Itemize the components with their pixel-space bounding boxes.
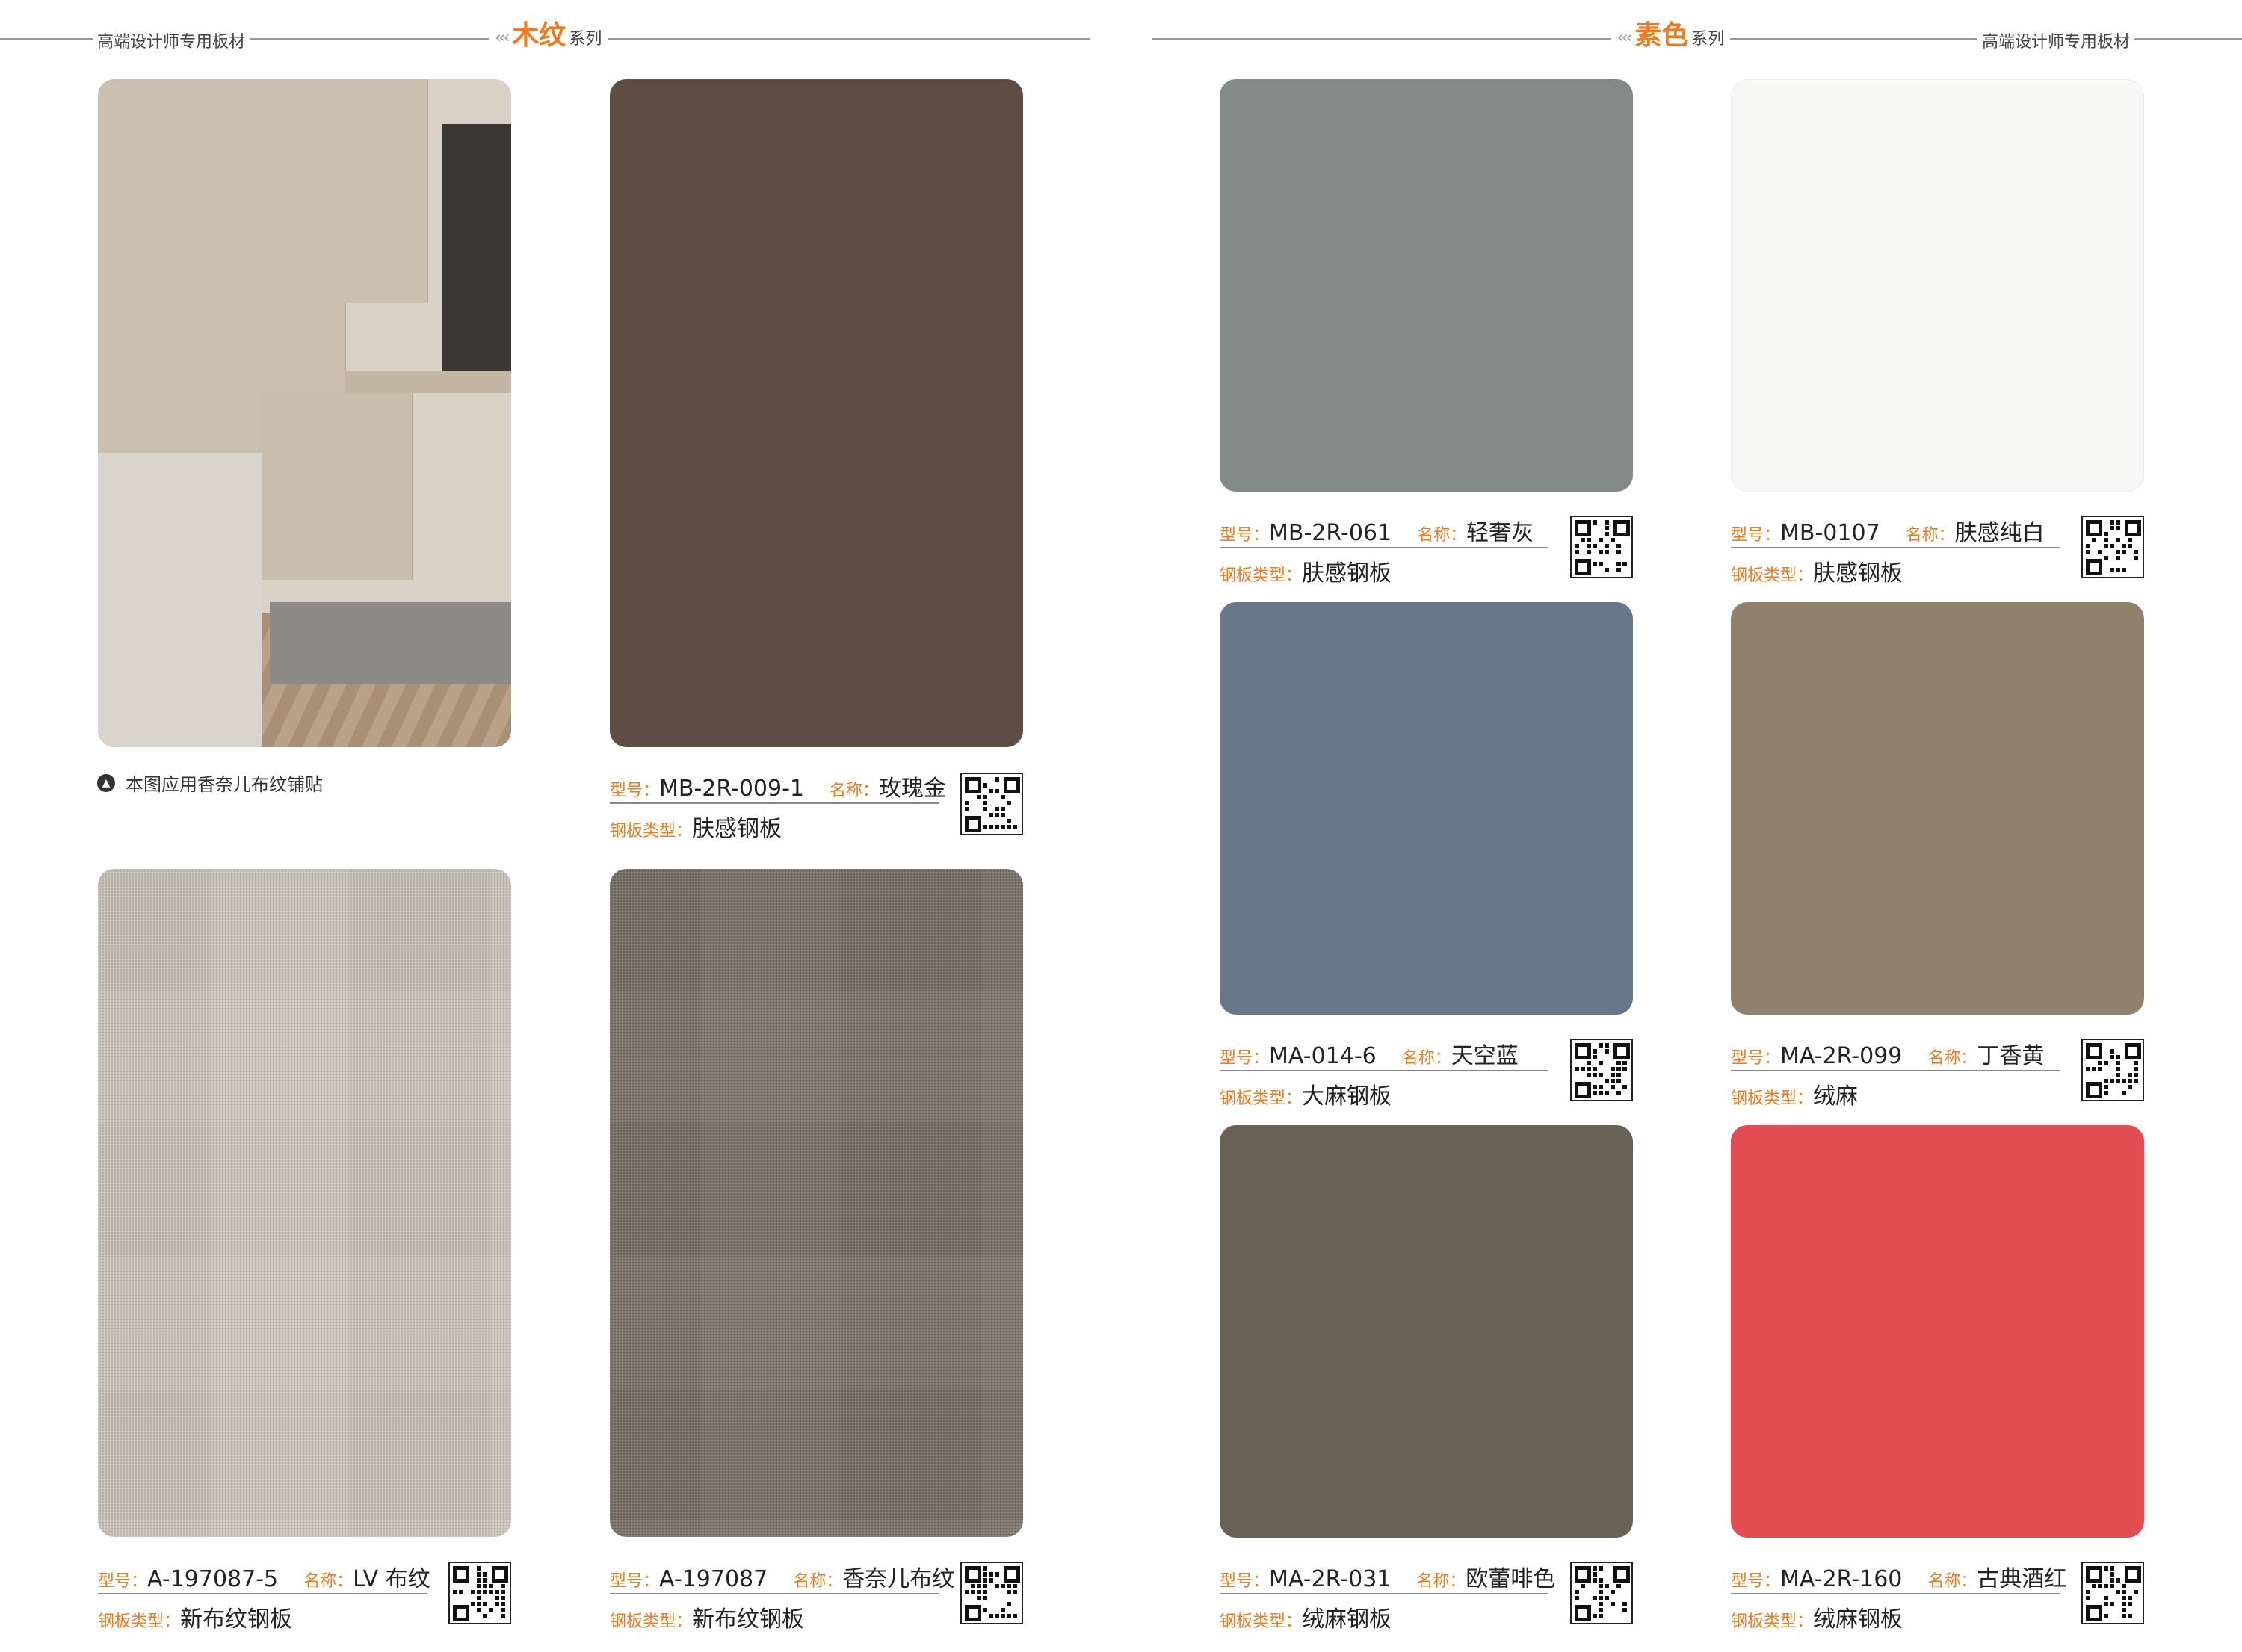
qr-code [1570, 516, 1633, 578]
qr-code [960, 1562, 1023, 1624]
type-key: 钢板类型： [1731, 1612, 1814, 1631]
qr-code [960, 773, 1023, 835]
model-key: 型号： [1220, 1572, 1270, 1591]
chevrons-icon: ‹‹‹ [1617, 28, 1632, 47]
caption-text: 本图应用香奈儿布纹铺贴 [126, 774, 323, 795]
model-key: 型号： [98, 1572, 148, 1591]
name-key: 名称： [1417, 526, 1467, 545]
name-key: 名称： [793, 1572, 843, 1591]
display-shelf [442, 124, 511, 371]
chevrons-icon: ‹‹‹ [495, 28, 510, 47]
name-value: 玫瑰金 [879, 776, 947, 802]
type-value: 大麻钢板 [1302, 1083, 1392, 1110]
model-key: 型号： [1220, 526, 1270, 545]
type-value: 绒麻钢板 [1302, 1606, 1392, 1633]
name-value: 古典酒红 [1977, 1566, 2067, 1592]
swatch-ma-2r-160 [1731, 1125, 2144, 1538]
series-suffix: 系列 [569, 30, 602, 49]
model-value: MA-2R-160 [1780, 1566, 1903, 1592]
type-key: 钢板类型： [1731, 1089, 1814, 1108]
desk [345, 371, 511, 393]
model-value: MA-2R-099 [1780, 1043, 1903, 1069]
series-title-right: ‹‹‹ 素色 系列 [1611, 20, 1731, 51]
type-value: 肤感钢板 [1302, 560, 1392, 587]
wardrobe-panel [345, 79, 428, 303]
name-key: 名称： [303, 1572, 353, 1591]
model-value: A-197087 [659, 1566, 768, 1592]
qr-code [1570, 1562, 1633, 1624]
model-key: 型号： [1731, 1049, 1781, 1068]
series-title-left: ‹‹‹ 木纹 系列 [489, 21, 608, 51]
model-value: MA-2R-031 [1269, 1566, 1392, 1592]
type-value: 新布纹钢板 [692, 1606, 805, 1633]
type-key: 钢板类型： [1220, 1089, 1303, 1108]
series-suffix: 系列 [1691, 30, 1725, 49]
model-key: 型号： [610, 782, 660, 800]
type-key: 钢板类型： [610, 822, 693, 841]
model-value: A-197087-5 [147, 1566, 279, 1592]
name-value: 欧蕾啡色 [1466, 1566, 1556, 1592]
swatch-ma-2r-099 [1731, 602, 2144, 1015]
room-scene-image [98, 79, 511, 747]
name-value: 丁香黄 [1977, 1043, 2045, 1069]
model-key: 型号： [1220, 1049, 1270, 1068]
brand-right: 高端设计师专用板材 [1977, 28, 2135, 52]
name-value: 肤感纯白 [1954, 520, 2045, 546]
qr-code [2081, 1039, 2144, 1101]
name-value: LV 布纹 [353, 1566, 430, 1592]
wardrobe-panel [180, 79, 264, 468]
bed [98, 453, 262, 747]
name-key: 名称： [1927, 1572, 1977, 1591]
model-key: 型号： [1731, 1572, 1781, 1591]
type-key: 钢板类型： [1220, 1612, 1303, 1631]
type-key: 钢板类型： [98, 1612, 181, 1631]
model-value: MB-0107 [1780, 520, 1880, 546]
photo-caption: ▲ 本图应用香奈儿布纹铺贴 [97, 770, 323, 796]
swatch-a-197087 [610, 869, 1023, 1537]
qr-code [2081, 516, 2144, 578]
swatch-mb-2r-061 [1220, 79, 1633, 492]
type-value: 新布纹钢板 [180, 1606, 293, 1633]
type-key: 钢板类型： [1731, 566, 1814, 585]
name-key: 名称： [1905, 526, 1955, 545]
swatch-mb-0107 [1731, 79, 2144, 492]
drawer-unit [262, 393, 413, 580]
name-value: 轻奢灰 [1466, 520, 1534, 546]
model-value: MA-014-6 [1269, 1043, 1377, 1069]
model-key: 型号： [610, 1572, 660, 1591]
model-value: MB-2R-061 [1269, 520, 1392, 546]
series-name: 木纹 [512, 20, 566, 51]
wardrobe-panel [98, 79, 182, 468]
type-value: 肤感钢板 [1813, 560, 1903, 587]
name-key: 名称： [1401, 1049, 1451, 1068]
type-key: 钢板类型： [610, 1612, 693, 1631]
qr-code [448, 1562, 511, 1624]
model-value: MB-2R-009-1 [659, 776, 805, 802]
model-key: 型号： [1731, 526, 1781, 545]
name-key: 名称： [1416, 1572, 1466, 1591]
rug [270, 602, 511, 684]
qr-code [2081, 1562, 2144, 1624]
swatch-a-197087-5 [98, 869, 511, 1537]
series-name: 素色 [1634, 20, 1689, 51]
name-value: 天空蓝 [1451, 1043, 1519, 1069]
brand-left: 高端设计师专用板材 [93, 28, 250, 52]
swatch-mb-2r-009-1 [610, 79, 1023, 747]
type-value: 肤感钢板 [692, 816, 782, 842]
qr-code [1570, 1039, 1633, 1101]
caret-up-icon: ▲ [97, 773, 115, 792]
swatch-ma-2r-031 [1220, 1125, 1633, 1538]
type-value: 绒麻 [1813, 1083, 1859, 1110]
name-key: 名称： [830, 782, 880, 800]
name-key: 名称： [1927, 1049, 1977, 1068]
swatch-ma-014-6 [1220, 602, 1633, 1015]
type-key: 钢板类型： [1220, 566, 1303, 585]
type-value: 绒麻钢板 [1813, 1606, 1903, 1633]
name-value: 香奈儿布纹 [842, 1566, 955, 1592]
